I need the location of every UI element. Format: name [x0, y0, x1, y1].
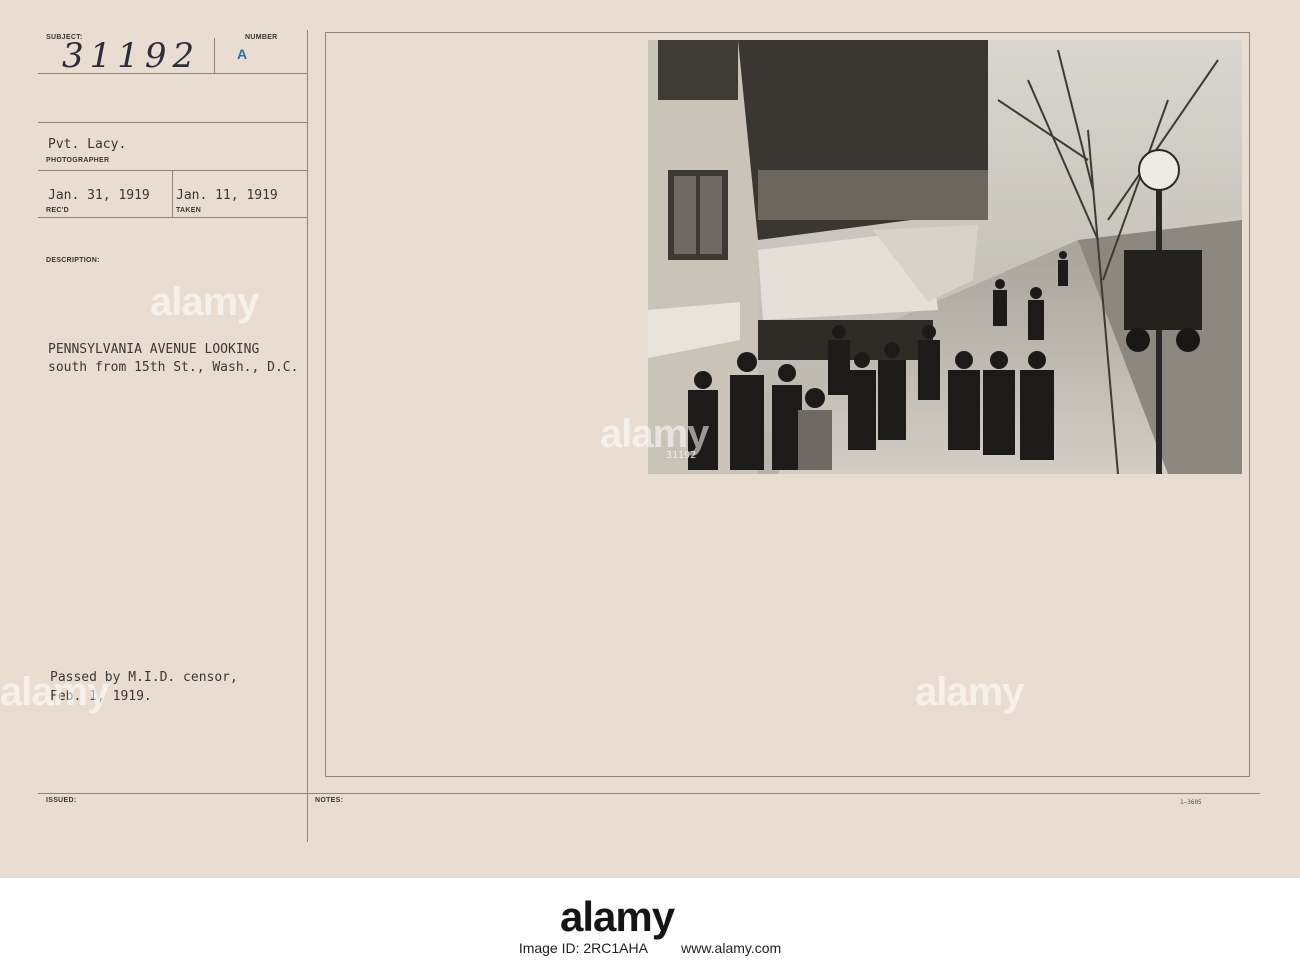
record-card: SUBJECT: 31192 NUMBER A Pvt. Lacy. PHOTO…	[0, 0, 1300, 878]
notes-label: NOTES:	[315, 797, 344, 804]
description-line-1: PENNSYLVANIA AVENUE LOOKING	[48, 342, 260, 357]
street-photograph	[648, 40, 1242, 474]
taken-date: Jan. 11, 1919	[176, 188, 278, 203]
frame-top	[325, 32, 1250, 33]
subject-number: 31192	[62, 36, 201, 76]
watermark-4: alamy	[0, 670, 109, 714]
taken-label: TAKEN	[176, 207, 202, 214]
issued-label: ISSUED:	[46, 797, 77, 804]
description-label: DESCRIPTION:	[46, 257, 100, 264]
received-label: REC'D	[46, 207, 69, 214]
frame-right	[1249, 32, 1250, 777]
left-column-divider	[307, 30, 308, 842]
footer-image-id: Image ID: 2RC1AHA www.alamy.com	[0, 940, 1300, 956]
image-id-text: Image ID: 2RC1AHA	[518, 940, 648, 956]
form-code: 1—3605	[1180, 799, 1202, 806]
photographer-label: PHOTOGRAPHER	[46, 157, 110, 164]
number-label: NUMBER	[245, 34, 278, 41]
date-bottom-rule	[38, 217, 307, 218]
footer-logo: alamy	[560, 893, 675, 940]
subject-divider	[214, 38, 215, 74]
street-scene-illustration	[648, 40, 1242, 474]
photographer-name: Pvt. Lacy.	[48, 137, 127, 152]
description-line-2: south from 15th St., Wash., D.C.	[48, 360, 299, 375]
photographer-top-rule	[38, 122, 307, 123]
date-divider	[172, 171, 173, 217]
frame-bottom	[325, 776, 1250, 777]
received-date: Jan. 31, 1919	[48, 188, 150, 203]
bottom-rule	[38, 793, 1260, 794]
frame-left	[325, 32, 326, 777]
watermark-2: alamy	[600, 412, 709, 456]
watermark-3: alamy	[915, 670, 1024, 714]
number-value: A	[237, 46, 248, 62]
watermark-1: alamy	[150, 280, 259, 324]
footer-url[interactable]: www.alamy.com	[681, 940, 781, 956]
